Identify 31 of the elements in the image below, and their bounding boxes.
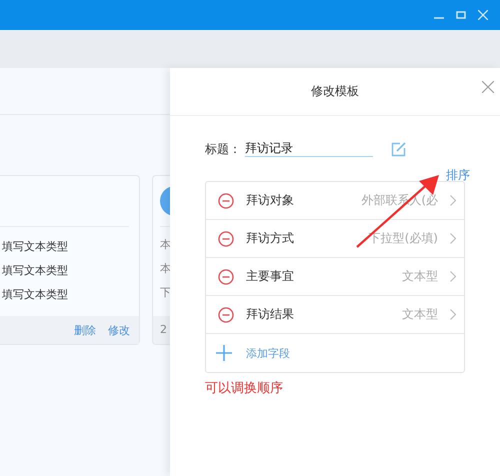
edit-icon[interactable] bbox=[391, 142, 406, 156]
footer-text: 2 bbox=[160, 322, 167, 338]
field-type-text: 填写文本类型 bbox=[2, 239, 69, 255]
field-type: 文本型 bbox=[402, 306, 438, 323]
plus-icon[interactable] bbox=[216, 345, 232, 361]
field-type-text: 填写文本类型 bbox=[2, 263, 69, 279]
field-name: 拜访方式 bbox=[246, 230, 295, 247]
field-text: 本 bbox=[160, 261, 172, 277]
field-type-text: 填写文本类型 bbox=[2, 287, 69, 303]
maximize-icon[interactable] bbox=[456, 10, 466, 20]
remove-icon[interactable] bbox=[218, 192, 234, 208]
chevron-right-icon bbox=[450, 195, 456, 206]
chevron-right-icon bbox=[450, 271, 456, 282]
field-text: 本 bbox=[160, 237, 172, 253]
field-type: 文本型 bbox=[402, 268, 438, 285]
title-input[interactable]: 拜访记录 bbox=[245, 141, 373, 157]
remove-icon[interactable] bbox=[218, 230, 234, 246]
chevron-right-icon bbox=[450, 233, 456, 244]
panel-title: 修改模板 bbox=[311, 83, 359, 100]
field-row[interactable]: 主要事宜 文本型 bbox=[206, 258, 464, 296]
field-text: 下 bbox=[160, 285, 172, 301]
chevron-right-icon bbox=[450, 309, 456, 320]
annotation-text: 可以调换顺序 bbox=[205, 380, 283, 397]
close-icon[interactable] bbox=[482, 81, 494, 93]
remove-icon[interactable] bbox=[218, 268, 234, 284]
field-row[interactable]: 拜访结果 文本型 bbox=[206, 296, 464, 334]
field-name: 主要事宜 bbox=[246, 268, 295, 285]
title-label: 标题： bbox=[205, 140, 241, 158]
field-name: 拜访对象 bbox=[246, 192, 295, 209]
remove-icon[interactable] bbox=[218, 306, 234, 322]
field-name: 拜访结果 bbox=[246, 306, 295, 323]
